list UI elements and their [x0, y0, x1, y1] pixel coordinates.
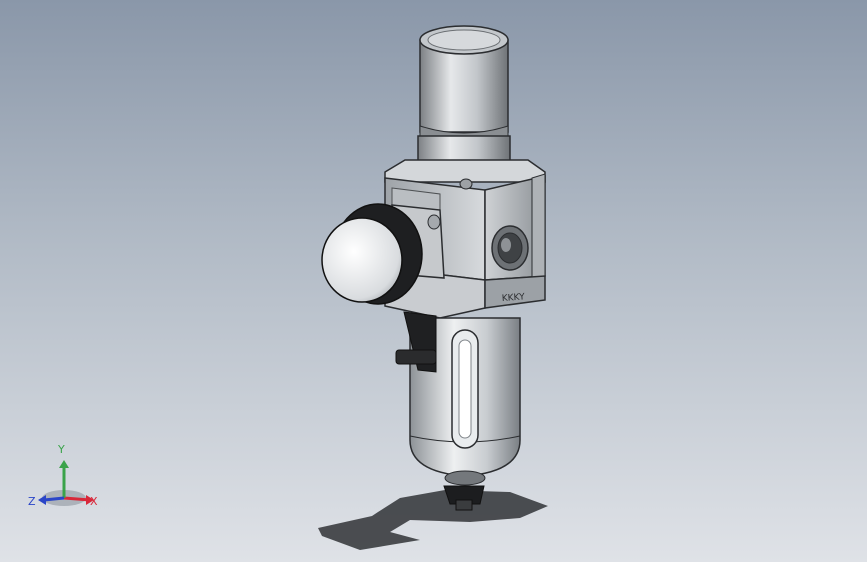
- graphics-viewport[interactable]: KKKY X Y Z: [0, 0, 867, 562]
- x-axis-label: X: [90, 495, 98, 508]
- 3d-model[interactable]: KKKY: [0, 0, 867, 562]
- z-axis-arrow: [43, 496, 65, 502]
- coordinate-triad: X Y Z: [24, 440, 114, 520]
- y-axis-label: Y: [58, 443, 65, 456]
- pressure-gauge-face: [321, 217, 403, 303]
- body-marking: KKKY: [502, 292, 526, 304]
- vent-screw: [459, 178, 473, 190]
- model-shadow: [318, 490, 548, 550]
- z-axis-label: Z: [28, 495, 36, 508]
